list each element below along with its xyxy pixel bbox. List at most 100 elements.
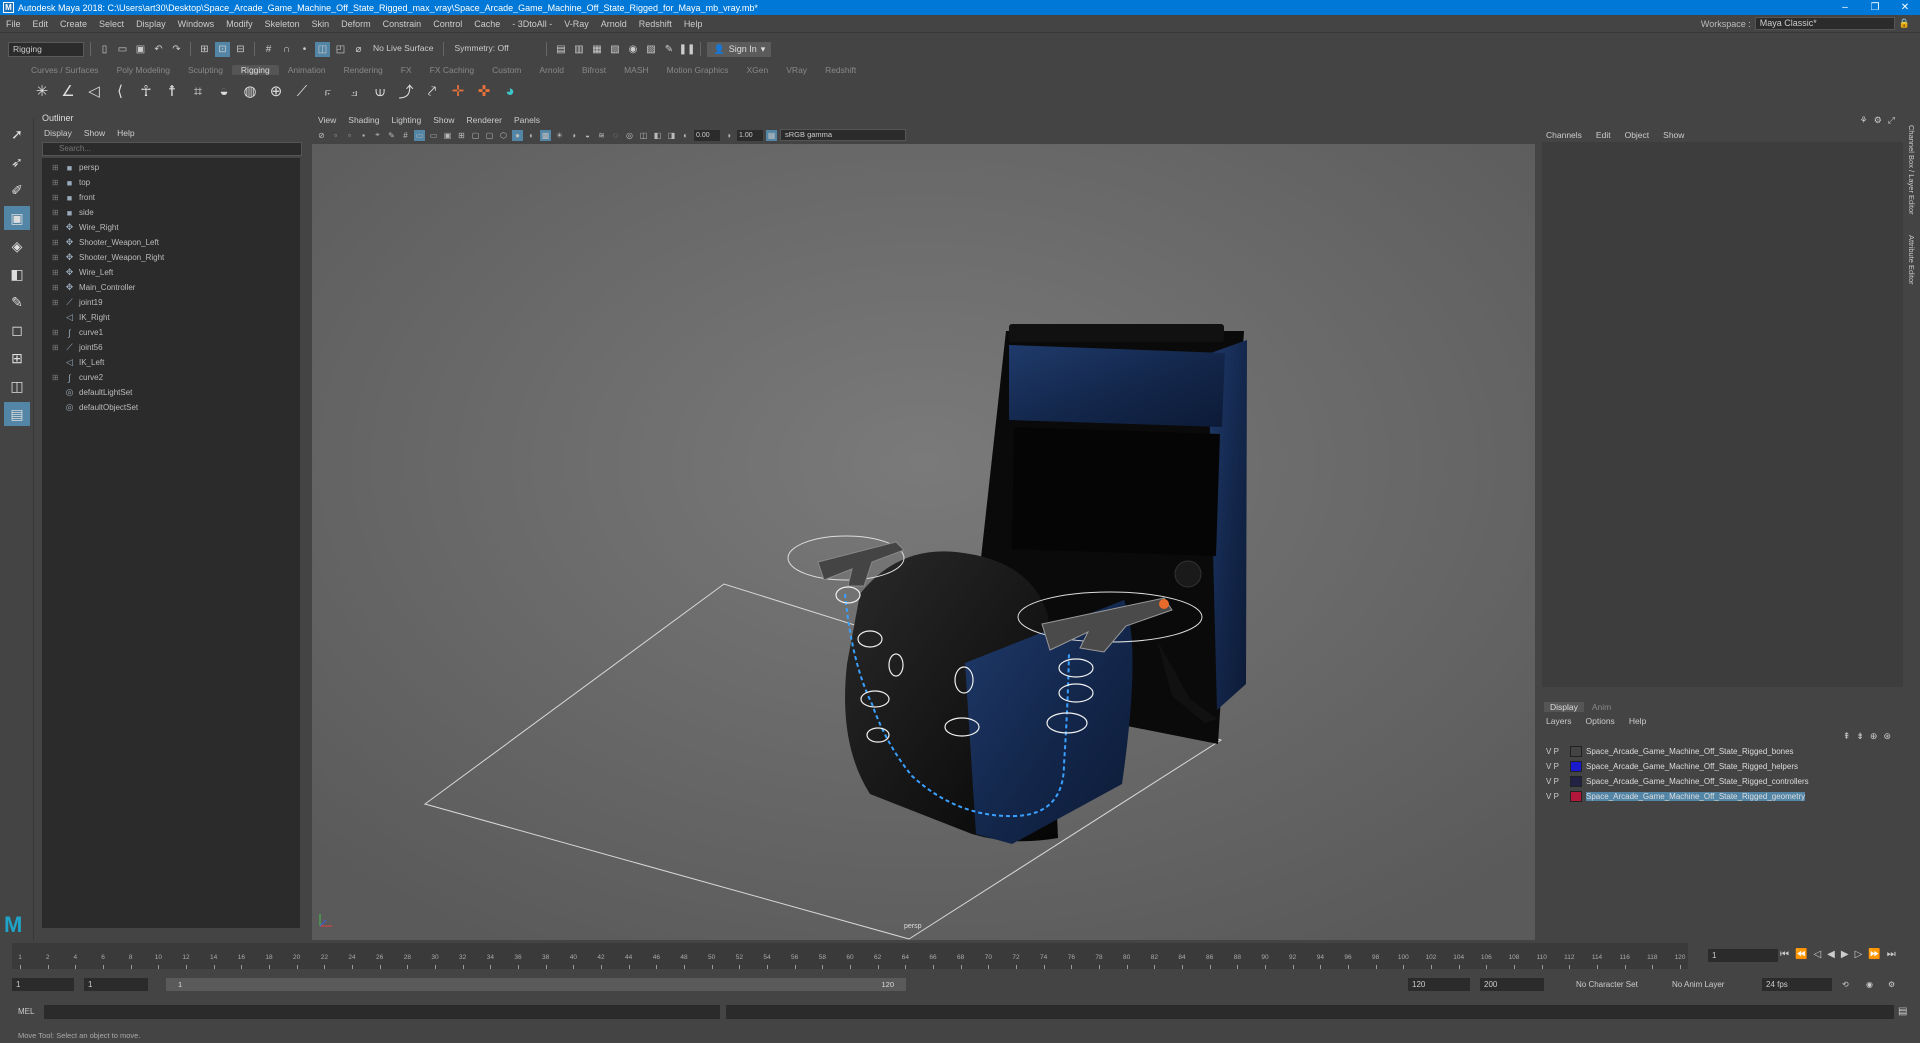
channel-box-side-tab[interactable]: Channel Box / Layer Editor — [1907, 125, 1916, 215]
paint-weights-icon[interactable]: ◍ — [240, 81, 260, 101]
pause-icon[interactable]: ❚❚ — [679, 42, 696, 57]
four-view-icon[interactable]: ⊞ — [4, 346, 30, 370]
playback-end-field[interactable]: 120 — [1408, 978, 1470, 991]
outliner-item[interactable]: ⊞ ✥ Shooter_Weapon_Right — [42, 250, 300, 265]
animation-start-field[interactable]: 1 — [12, 978, 74, 991]
time-slider-track[interactable]: 1 2 4 6 8 10 12 14 16 18 20 22 24 26 28 30 32 34 36 38 40 42 4… — [12, 943, 1688, 969]
select-camera-icon[interactable]: ⊘ — [316, 130, 327, 141]
lock-icon[interactable]: 🔒 — [1899, 18, 1910, 29]
character-set-dropdown[interactable]: No Character Set — [1576, 980, 1638, 989]
ambient-occlusion-icon[interactable]: ◒ — [582, 130, 593, 141]
pole-vector-icon[interactable]: ✜ — [474, 81, 494, 101]
shelf-tab-arnold[interactable]: Arnold — [530, 65, 573, 75]
layer-color-swatch[interactable] — [1570, 746, 1582, 757]
snap-curve-icon[interactable]: ∩ — [279, 42, 294, 57]
exposure-field[interactable]: 0.00 — [694, 129, 720, 141]
tab-display[interactable]: Display — [1544, 702, 1584, 712]
scale-tool-icon[interactable]: ◧ — [4, 262, 30, 286]
loop-icon[interactable]: ⟲ — [1842, 980, 1849, 989]
motion-blur-icon[interactable]: ≋ — [596, 130, 607, 141]
select-hierarchy-icon[interactable]: ⊞ — [197, 42, 212, 57]
outliner-item[interactable]: ⊞ ✥ Wire_Left — [42, 265, 300, 280]
select-object-icon[interactable]: ⊡ — [215, 41, 230, 57]
outliner-item[interactable]: ⊞ ⟋ joint56 — [42, 340, 300, 355]
image-plane-icon[interactable]: ▪ — [358, 130, 369, 141]
field-chart-icon[interactable]: ⊞ — [456, 130, 467, 141]
shelf-tab-sculpting[interactable]: Sculpting — [179, 65, 232, 75]
outliner-item[interactable]: ⊞ ∫ curve2 — [42, 370, 300, 385]
gamma-icon[interactable]: ◑ — [723, 130, 734, 141]
lasso-tool-icon[interactable]: ➶ — [4, 150, 30, 174]
current-frame-field[interactable]: 1 — [1708, 949, 1778, 962]
snap-projected-icon[interactable]: ◫ — [315, 41, 330, 57]
layer-color-swatch[interactable] — [1570, 791, 1582, 802]
viewport-menu-show[interactable]: Show — [433, 115, 454, 125]
shelf-tab-vray[interactable]: VRay — [777, 65, 816, 75]
select-component-icon[interactable]: ⊟ — [233, 42, 248, 57]
paint-select-tool-icon[interactable]: ✐ — [4, 178, 30, 202]
render-view-icon[interactable]: ▤ — [553, 42, 568, 57]
isolate-select-icon[interactable]: ◫ — [638, 130, 649, 141]
step-forward-key-icon[interactable]: ⏩ — [1868, 949, 1880, 960]
layer-row[interactable]: V P Space_Arcade_Game_Machine_Off_State_… — [1540, 759, 1905, 774]
gamma-field[interactable]: 1.00 — [737, 129, 763, 141]
script-editor-icon[interactable]: ▤ — [1898, 1006, 1907, 1017]
menu-set-dropdown[interactable]: Rigging — [8, 41, 84, 57]
wireframe-icon[interactable]: ⬡ — [498, 130, 509, 141]
channel-menu-show[interactable]: Show — [1663, 130, 1684, 140]
layer-row[interactable]: V P Space_Arcade_Game_Machine_Off_State_… — [1540, 744, 1905, 759]
menu-control[interactable]: Control — [427, 19, 468, 29]
film-gate-icon[interactable]: ▭ — [414, 129, 425, 141]
snap-view-plane-icon[interactable]: ◰ — [333, 42, 348, 57]
step-back-frame-icon[interactable]: ◁ — [1813, 949, 1821, 960]
shelf-tab-rigging[interactable]: Rigging — [231, 65, 279, 75]
grease-pencil-icon[interactable]: ✎ — [386, 130, 397, 141]
outliner-item[interactable]: ◎ defaultObjectSet — [42, 400, 300, 415]
depth-of-field-icon[interactable]: ◎ — [624, 130, 635, 141]
shadows-icon[interactable]: ◑ — [568, 130, 579, 141]
menu-deform[interactable]: Deform — [335, 19, 377, 29]
vray-render-icon[interactable]: ▨ — [643, 42, 658, 57]
outliner-item[interactable]: ⊞ ■ side — [42, 205, 300, 220]
shelf-tab-animation[interactable]: Animation — [279, 65, 335, 75]
exposure-icon[interactable]: ◐ — [680, 130, 691, 141]
menu-select[interactable]: Select — [93, 19, 130, 29]
anim-prefs-icon[interactable]: ⚙ — [1888, 980, 1895, 989]
layer-visibility-toggle[interactable]: V P — [1546, 762, 1566, 771]
view-transform-dropdown[interactable]: sRGB gamma — [780, 129, 906, 141]
viewport-menu-view[interactable]: View — [318, 115, 336, 125]
shelf-tab-fx[interactable]: FX — [392, 65, 421, 75]
menu-skeleton[interactable]: Skeleton — [259, 19, 306, 29]
ik-handle-icon[interactable]: ∠ — [58, 81, 78, 101]
menu-constrain[interactable]: Constrain — [377, 19, 428, 29]
outliner-menu-help[interactable]: Help — [117, 128, 134, 138]
bookmark-icon[interactable]: ▫ — [344, 130, 355, 141]
point-constraint-icon[interactable]: ⟓ — [344, 81, 364, 101]
range-slider[interactable]: 1 120 — [166, 978, 906, 991]
outliner-menu-display[interactable]: Display — [44, 128, 72, 138]
attribute-editor-side-tab[interactable]: Attribute Editor — [1907, 235, 1916, 285]
layer-menu-layers[interactable]: Layers — [1546, 716, 1572, 726]
outliner-item[interactable]: ◁ IK_Right — [42, 310, 300, 325]
layer-row[interactable]: V P Space_Arcade_Game_Machine_Off_State_… — [1540, 774, 1905, 789]
menu-3dtoall[interactable]: - 3DtoAll - — [506, 19, 558, 29]
orient-constraint-icon[interactable]: ⟒ — [370, 81, 390, 101]
last-tool-icon[interactable]: ✎ — [4, 290, 30, 314]
go-to-end-icon[interactable]: ⏭ — [1887, 949, 1896, 960]
safe-title-icon[interactable]: ▢ — [484, 130, 495, 141]
channel-menu-edit[interactable]: Edit — [1596, 130, 1611, 140]
shelf-tab-bifrost[interactable]: Bifrost — [573, 65, 615, 75]
shelf-tab-fx-caching[interactable]: FX Caching — [421, 65, 483, 75]
layer-color-swatch[interactable] — [1570, 776, 1582, 787]
make-live-icon[interactable]: ⌀ — [351, 42, 366, 57]
ipr-render-icon[interactable]: ▦ — [589, 42, 604, 57]
layer-menu-help[interactable]: Help — [1629, 716, 1646, 726]
viewport-menu-lighting[interactable]: Lighting — [391, 115, 421, 125]
viewport-menu-shading[interactable]: Shading — [348, 115, 379, 125]
shelf-tab-curves-surfaces[interactable]: Curves / Surfaces — [22, 65, 108, 75]
parent-constraint-icon[interactable]: ⟔ — [318, 81, 338, 101]
select-tool-icon[interactable]: ➚ — [4, 122, 30, 146]
anti-aliasing-icon[interactable]: ◌ — [610, 130, 621, 141]
outliner-menu-show[interactable]: Show — [84, 128, 105, 138]
menu-windows[interactable]: Windows — [172, 19, 221, 29]
